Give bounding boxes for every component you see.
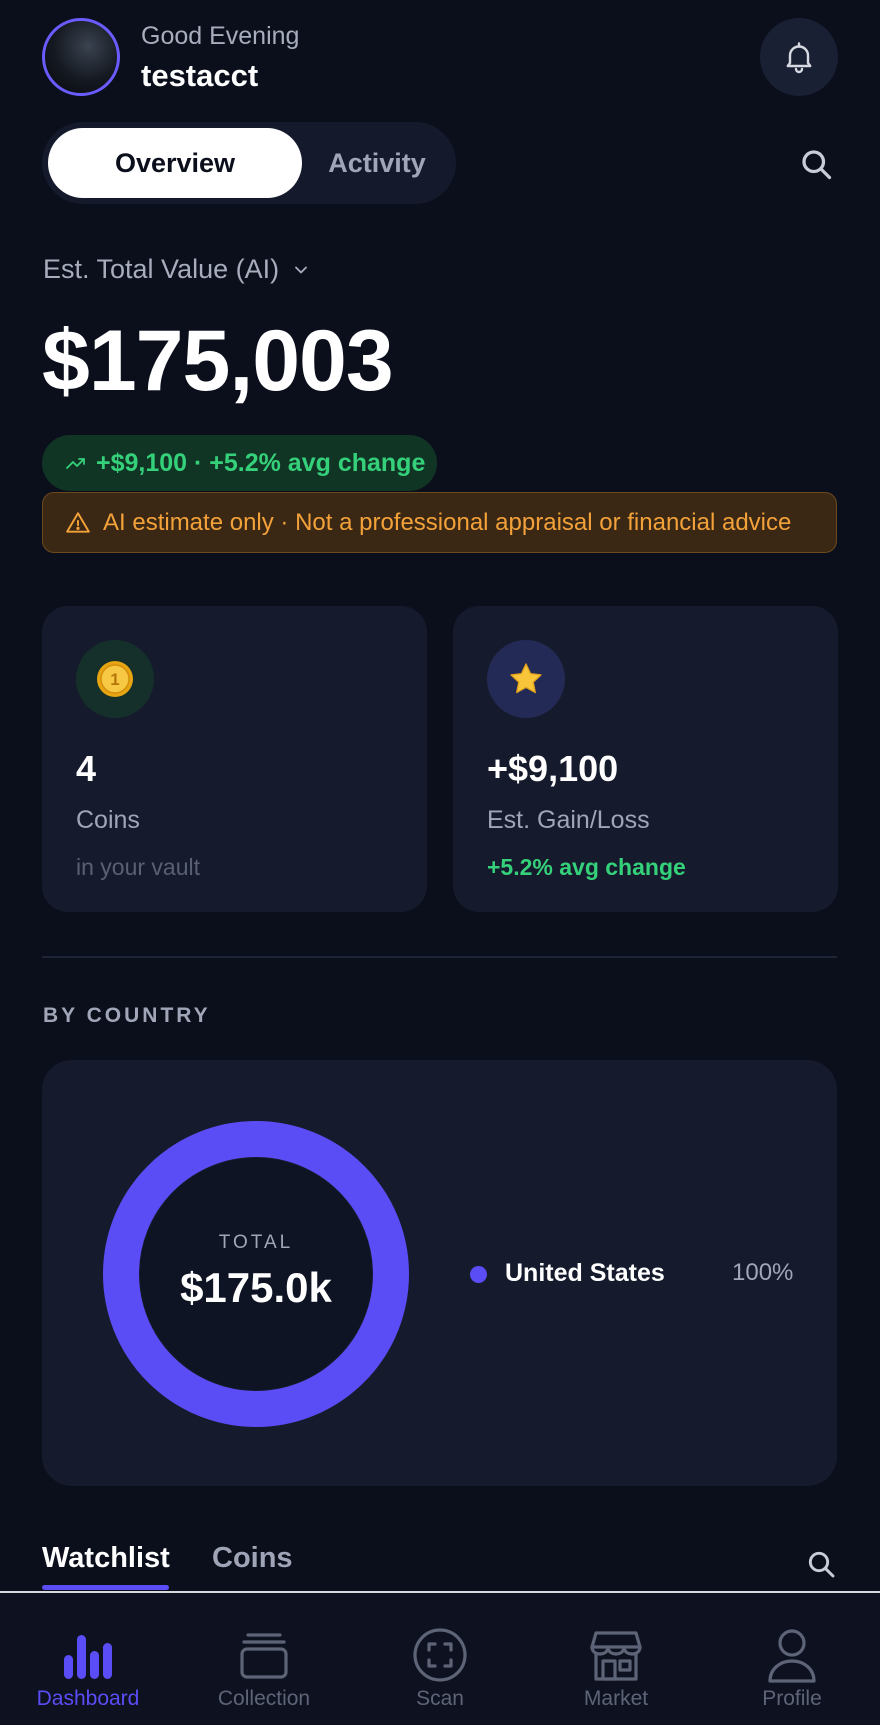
nav-dashboard[interactable]: Dashboard xyxy=(0,1593,176,1725)
tab-coins[interactable]: Coins xyxy=(212,1542,293,1575)
bell-icon xyxy=(786,42,812,74)
country-breakdown-card: TOTAL $175.0k United States 100% xyxy=(42,1060,837,1486)
coin-count: 4 xyxy=(76,748,97,789)
nav-dashboard-label: Dashboard xyxy=(36,1687,140,1710)
svg-text:1: 1 xyxy=(110,670,119,689)
dashboard-screen: Good Evening testacct Overview Activity … xyxy=(0,0,880,1725)
coin-count-label: Coins xyxy=(76,806,140,834)
avatar[interactable] xyxy=(42,18,120,96)
gain-loss-label: Est. Gain/Loss xyxy=(487,806,650,834)
username: testacct xyxy=(141,58,259,93)
nav-scan-label: Scan xyxy=(416,1687,464,1710)
nav-collection-label: Collection xyxy=(217,1687,311,1710)
tab-watchlist[interactable]: Watchlist xyxy=(42,1542,170,1575)
scan-icon xyxy=(413,1628,467,1682)
user-icon xyxy=(768,1629,816,1683)
by-country-heading: BY COUNTRY xyxy=(43,1004,211,1027)
tab-activity[interactable]: Activity xyxy=(304,128,450,198)
change-text: +$9,100 · +5.2% avg change xyxy=(96,448,426,477)
coin-icon: 1 xyxy=(97,661,133,697)
star-icon xyxy=(510,663,542,694)
bar-chart-icon xyxy=(64,1635,112,1679)
coins-card[interactable]: 1 4 Coins in your vault xyxy=(42,606,427,912)
storefront-icon xyxy=(590,1631,642,1681)
section-divider xyxy=(42,956,837,958)
nav-profile-label: Profile xyxy=(762,1687,822,1710)
nav-market-label: Market xyxy=(583,1687,649,1710)
total-value-label: Est. Total Value (AI) xyxy=(43,254,280,284)
greeting-text: Good Evening xyxy=(141,22,300,50)
donut-total-label: TOTAL xyxy=(218,1232,294,1253)
chevron-down-icon xyxy=(295,266,308,273)
warning-icon xyxy=(66,511,90,533)
watchlist-search-icon[interactable] xyxy=(805,1548,837,1580)
nav-scan[interactable]: Scan xyxy=(352,1593,528,1725)
view-tabs: Overview Activity xyxy=(42,122,456,204)
active-tab-indicator xyxy=(42,1585,169,1590)
nav-market[interactable]: Market xyxy=(528,1593,704,1725)
coin-icon-badge: 1 xyxy=(76,640,154,718)
gain-loss-value: +$9,100 xyxy=(487,748,619,789)
total-value-selector[interactable]: Est. Total Value (AI) xyxy=(43,254,311,285)
legend-country-percent: 100% xyxy=(732,1259,794,1286)
gain-loss-change: +5.2% avg change xyxy=(487,854,686,880)
nav-profile[interactable]: Profile xyxy=(704,1593,880,1725)
legend-dot-united-states xyxy=(470,1266,487,1283)
donut-total-value: $175.0k xyxy=(180,1264,332,1311)
gain-loss-card[interactable]: +$9,100 Est. Gain/Loss +5.2% avg change xyxy=(453,606,838,912)
ai-disclaimer-banner: AI estimate only · Not a professional ap… xyxy=(42,492,837,553)
disclaimer-text: AI estimate only · Not a professional ap… xyxy=(103,508,792,536)
change-badge: +$9,100 · +5.2% avg change xyxy=(42,435,437,491)
search-icon[interactable] xyxy=(798,146,834,182)
notifications-button[interactable] xyxy=(760,18,838,96)
star-icon-badge xyxy=(487,640,565,718)
nav-collection[interactable]: Collection xyxy=(176,1593,352,1725)
total-value: $175,003 xyxy=(42,313,394,409)
collection-icon xyxy=(240,1633,288,1679)
tab-overview[interactable]: Overview xyxy=(48,128,302,198)
coin-count-sub: in your vault xyxy=(76,854,201,880)
trending-up-icon xyxy=(66,458,85,469)
bottom-navigation: Dashboard Collection Scan Market Profile xyxy=(0,1593,880,1725)
legend-country-name: United States xyxy=(505,1259,665,1287)
